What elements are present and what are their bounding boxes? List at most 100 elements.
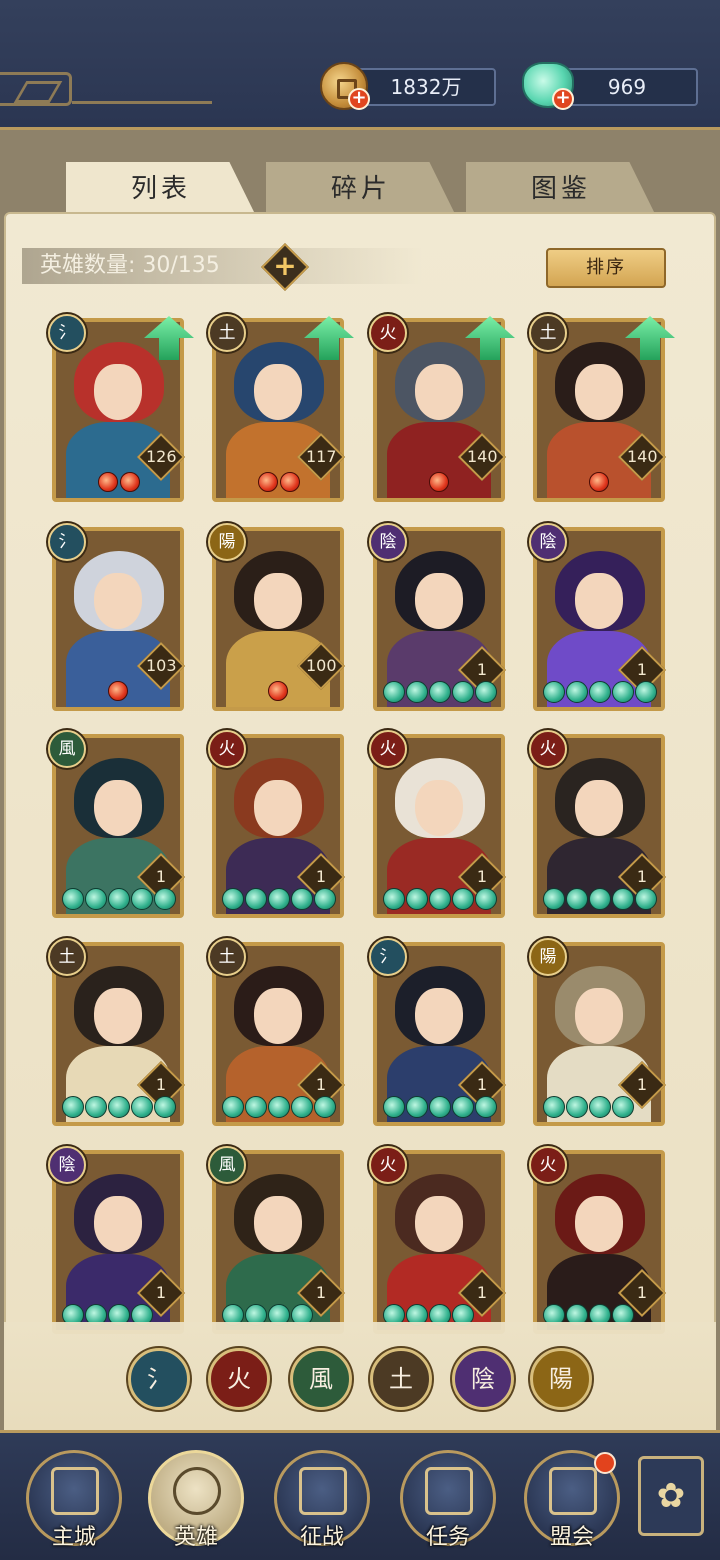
hero-card[interactable]: 土 117 (208, 314, 354, 502)
hero-card[interactable]: 火 140 (369, 314, 515, 502)
hero-card[interactable]: 土1 (208, 938, 346, 1126)
tab-codex[interactable]: 图鉴 (466, 162, 656, 216)
nav-label: 主城 (51, 1525, 96, 1550)
jade-star-icon (429, 1096, 451, 1118)
jade-star-icon (566, 888, 588, 910)
jade-star-icon (475, 888, 497, 910)
hero-card[interactable]: 火1 (529, 730, 667, 918)
hero-face (254, 573, 302, 629)
jade-star-icon (612, 681, 634, 703)
back-ornament-icon[interactable] (0, 72, 72, 106)
add-copper-button[interactable]: + (348, 88, 370, 110)
top-bar (0, 0, 720, 130)
jade-star-icon (452, 681, 474, 703)
hero-card[interactable]: 火1 (208, 730, 346, 918)
jade-star-icon (383, 888, 405, 910)
hero-face (415, 573, 463, 629)
hero-face (254, 364, 302, 420)
sort-button[interactable]: 排序 (546, 248, 666, 288)
red-star-icon (429, 472, 449, 492)
jade-star-icon (612, 888, 634, 910)
filter-fire-button[interactable]: 火 (208, 1348, 270, 1410)
awakening-stars (268, 681, 290, 701)
element-badge-icon: 火 (369, 730, 407, 768)
jade-star-icon (406, 888, 428, 910)
tab-list[interactable]: 列表 (66, 162, 256, 216)
hero-face (575, 780, 623, 836)
hero-face (94, 573, 142, 629)
jade-star-icon (108, 1096, 130, 1118)
nav-item-tasks[interactable]: 任务 (400, 1450, 496, 1550)
jade-star-icon (612, 1096, 634, 1118)
nav-item-heroes[interactable]: 英雄 (148, 1450, 244, 1550)
jade-star-icon (154, 1096, 176, 1118)
jade-star-icon (635, 681, 657, 703)
hero-portrait-icon (173, 1467, 221, 1515)
hero-card[interactable]: 氵 103 (48, 523, 186, 711)
element-badge-icon: 陽 (208, 523, 246, 561)
hero-card[interactable]: 陰1 (48, 1146, 186, 1334)
filter-wind-button[interactable]: 風 (290, 1348, 352, 1410)
jade-star-icon (406, 1096, 428, 1118)
hero-card[interactable]: 氵 126 (48, 314, 194, 502)
hero-card[interactable]: 土1 (48, 938, 186, 1126)
awakening-stars (98, 472, 142, 492)
hero-level: 126 (146, 447, 177, 466)
tab-fragments[interactable]: 碎片 (266, 162, 456, 216)
element-badge-icon: 火 (529, 730, 567, 768)
jade-star-icon (154, 888, 176, 910)
hero-card[interactable]: 陰1 (529, 523, 667, 711)
filter-yin-button[interactable]: 陰 (452, 1348, 514, 1410)
jade-star-icon (429, 681, 451, 703)
jade-star-icon (62, 1096, 84, 1118)
jade-stars (62, 1096, 176, 1118)
jade-star-icon (475, 681, 497, 703)
jade-star-icon (222, 888, 244, 910)
jade-star-icon (429, 888, 451, 910)
hero-card[interactable]: 陽 100 (208, 523, 346, 711)
jade-stars (543, 1096, 634, 1118)
jade-stars (383, 681, 497, 703)
jade-star-icon (543, 888, 565, 910)
jade-star-icon (222, 1096, 244, 1118)
filter-earth-button[interactable]: 土 (370, 1348, 432, 1410)
hero-level: 140 (627, 447, 658, 466)
jade-star-icon (314, 888, 336, 910)
add-jade-button[interactable]: + (552, 88, 574, 110)
element-badge-icon: 陰 (48, 1146, 86, 1184)
hero-card[interactable]: 火1 (369, 730, 507, 918)
element-badge-icon: 風 (48, 730, 86, 768)
hero-card[interactable]: 氵1 (369, 938, 507, 1126)
jade-star-icon (314, 1096, 336, 1118)
nav-item-campaign[interactable]: 征战 (274, 1450, 370, 1550)
hero-card[interactable]: 火1 (529, 1146, 667, 1334)
element-badge-icon: 土 (208, 314, 246, 352)
awakening-stars (258, 472, 302, 492)
jade-star-icon (566, 1096, 588, 1118)
hero-face (254, 988, 302, 1044)
jade-star-icon (245, 1096, 267, 1118)
more-menu-button[interactable]: ✿ (638, 1456, 704, 1536)
hero-face (415, 364, 463, 420)
hero-card[interactable]: 火1 (369, 1146, 507, 1334)
nav-item-city[interactable]: 主城 (26, 1450, 122, 1550)
red-star-icon (108, 681, 128, 701)
element-badge-icon: 火 (369, 1146, 407, 1184)
filter-yang-button[interactable]: 陽 (530, 1348, 592, 1410)
jade-stars (222, 888, 336, 910)
element-badge-icon: 火 (529, 1146, 567, 1184)
awakening-stars (108, 681, 130, 701)
hero-card[interactable]: 風1 (48, 730, 186, 918)
jade-star-icon (85, 888, 107, 910)
hero-card[interactable]: 陽1 (529, 938, 667, 1126)
jade-star-icon (543, 681, 565, 703)
hero-card[interactable]: 土 140 (529, 314, 675, 502)
hero-face (575, 1196, 623, 1252)
hero-card[interactable]: 陰1 (369, 523, 507, 711)
jade-stars (62, 888, 176, 910)
filter-water-button[interactable]: 氵 (128, 1348, 190, 1410)
hero-face (415, 780, 463, 836)
element-badge-icon: 陽 (529, 938, 567, 976)
hero-card[interactable]: 風1 (208, 1146, 346, 1334)
hero-count-label: 英雄数量: 30/135 (40, 253, 220, 278)
